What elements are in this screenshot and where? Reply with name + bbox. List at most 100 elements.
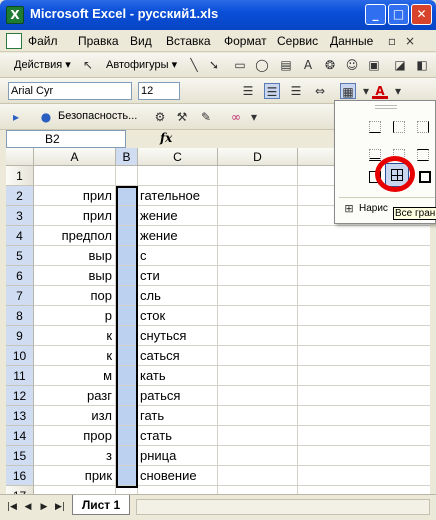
- row-header[interactable]: 14: [6, 426, 34, 446]
- cell-d[interactable]: [218, 466, 298, 486]
- select-arrow-icon[interactable]: ↖: [80, 57, 96, 73]
- row-header[interactable]: 10: [6, 346, 34, 366]
- column-header-b[interactable]: B: [116, 148, 138, 166]
- align-center-icon[interactable]: ☰: [264, 83, 280, 99]
- cell-a[interactable]: предпол: [34, 226, 116, 246]
- cell-d[interactable]: [218, 406, 298, 426]
- cell-e[interactable]: [298, 386, 430, 406]
- prev-sheet-icon[interactable]: ◀: [22, 501, 34, 513]
- row-header[interactable]: 9: [6, 326, 34, 346]
- borders-icon[interactable]: ▦: [340, 83, 356, 99]
- row-header[interactable]: 15: [6, 446, 34, 466]
- menu-edit[interactable]: Правка: [78, 34, 119, 48]
- menu-data[interactable]: Данные: [330, 34, 373, 48]
- next-sheet-icon[interactable]: ▶: [38, 501, 50, 513]
- cell-c[interactable]: с: [138, 246, 218, 266]
- cell-c[interactable]: [138, 486, 218, 494]
- row-header[interactable]: 13: [6, 406, 34, 426]
- cell-b[interactable]: [116, 286, 138, 306]
- row-header[interactable]: 17: [6, 486, 34, 494]
- clipart-icon[interactable]: ☺: [344, 57, 360, 73]
- menu-format[interactable]: Формат: [224, 34, 267, 48]
- cell-b[interactable]: [116, 186, 138, 206]
- cell-e[interactable]: [298, 286, 430, 306]
- oval-icon[interactable]: ◯: [254, 57, 270, 73]
- border-left-icon[interactable]: [389, 117, 407, 135]
- cell-d[interactable]: [218, 206, 298, 226]
- cell-e[interactable]: [298, 366, 430, 386]
- cell-a[interactable]: к: [34, 326, 116, 346]
- cell-a[interactable]: прор: [34, 426, 116, 446]
- cell-d[interactable]: [218, 166, 298, 186]
- cell-d[interactable]: [218, 226, 298, 246]
- cell-d[interactable]: [218, 366, 298, 386]
- row-header[interactable]: 2: [6, 186, 34, 206]
- cell-b[interactable]: [116, 206, 138, 226]
- font-color-dropdown-icon[interactable]: ▾: [390, 83, 406, 99]
- wordart-icon[interactable]: A: [300, 57, 316, 73]
- cell-e[interactable]: [298, 246, 430, 266]
- cell-d[interactable]: [218, 386, 298, 406]
- line-icon[interactable]: ╲: [186, 57, 202, 73]
- cell-a[interactable]: разг: [34, 386, 116, 406]
- merge-center-icon[interactable]: ⇔: [312, 83, 328, 99]
- last-sheet-icon[interactable]: ▶|: [54, 501, 66, 513]
- cell-b[interactable]: [116, 406, 138, 426]
- cell-e[interactable]: [298, 326, 430, 346]
- align-right-icon[interactable]: ☰: [288, 83, 304, 99]
- cell-c[interactable]: гательное: [138, 186, 218, 206]
- shadow-icon[interactable]: ◪: [392, 57, 408, 73]
- cell-a[interactable]: прил: [34, 206, 116, 226]
- cell-c[interactable]: раться: [138, 386, 218, 406]
- hyperlink-icon[interactable]: ∞: [228, 109, 244, 125]
- row-header[interactable]: 4: [6, 226, 34, 246]
- row-header[interactable]: 16: [6, 466, 34, 486]
- cell-e[interactable]: [298, 446, 430, 466]
- minimize-button[interactable]: _: [365, 4, 386, 25]
- menu-insert[interactable]: Вставка: [166, 34, 211, 48]
- cell-b[interactable]: [116, 366, 138, 386]
- cell-d[interactable]: [218, 186, 298, 206]
- menu-file[interactable]: Файл: [28, 34, 58, 48]
- cell-e[interactable]: [298, 346, 430, 366]
- font-name-combo[interactable]: Arial Cyr: [8, 82, 132, 100]
- cell-a[interactable]: пор: [34, 286, 116, 306]
- picture-icon[interactable]: ▣: [366, 57, 382, 73]
- cell-b[interactable]: [116, 226, 138, 246]
- cell-c[interactable]: жение: [138, 206, 218, 226]
- border-right-icon[interactable]: [413, 117, 431, 135]
- cell-b[interactable]: [116, 446, 138, 466]
- cell-a[interactable]: прик: [34, 466, 116, 486]
- cell-e[interactable]: [298, 266, 430, 286]
- cell-a[interactable]: прил: [34, 186, 116, 206]
- cell-a[interactable]: [34, 486, 116, 494]
- row-header[interactable]: 1: [6, 166, 34, 186]
- cell-d[interactable]: [218, 486, 298, 494]
- cell-c[interactable]: [138, 166, 218, 186]
- fx-icon[interactable]: fx: [160, 131, 172, 145]
- column-header-c[interactable]: C: [138, 148, 218, 166]
- cell-c[interactable]: сль: [138, 286, 218, 306]
- diagram-icon[interactable]: ❂: [322, 57, 338, 73]
- column-header-d[interactable]: D: [218, 148, 298, 166]
- cell-c[interactable]: сти: [138, 266, 218, 286]
- cell-c[interactable]: кать: [138, 366, 218, 386]
- cell-a[interactable]: к: [34, 346, 116, 366]
- cell-a[interactable]: изл: [34, 406, 116, 426]
- cell-c[interactable]: саться: [138, 346, 218, 366]
- border-bottom-icon[interactable]: [365, 117, 383, 135]
- cell-e[interactable]: [298, 406, 430, 426]
- close-button[interactable]: ✕: [411, 4, 432, 25]
- restore-doc-icon[interactable]: ▫: [384, 33, 400, 49]
- cell-d[interactable]: [218, 326, 298, 346]
- cell-c[interactable]: жение: [138, 226, 218, 246]
- cell-d[interactable]: [218, 286, 298, 306]
- 3d-icon[interactable]: ◧: [414, 57, 430, 73]
- actions-menu[interactable]: Действия ▾: [14, 58, 71, 71]
- font-color-icon[interactable]: A: [372, 83, 388, 99]
- row-header[interactable]: 8: [6, 306, 34, 326]
- cell-e[interactable]: [298, 226, 430, 246]
- menu-view[interactable]: Вид: [130, 34, 152, 48]
- sheet-tab[interactable]: Лист 1: [72, 495, 130, 515]
- cell-c[interactable]: сновение: [138, 466, 218, 486]
